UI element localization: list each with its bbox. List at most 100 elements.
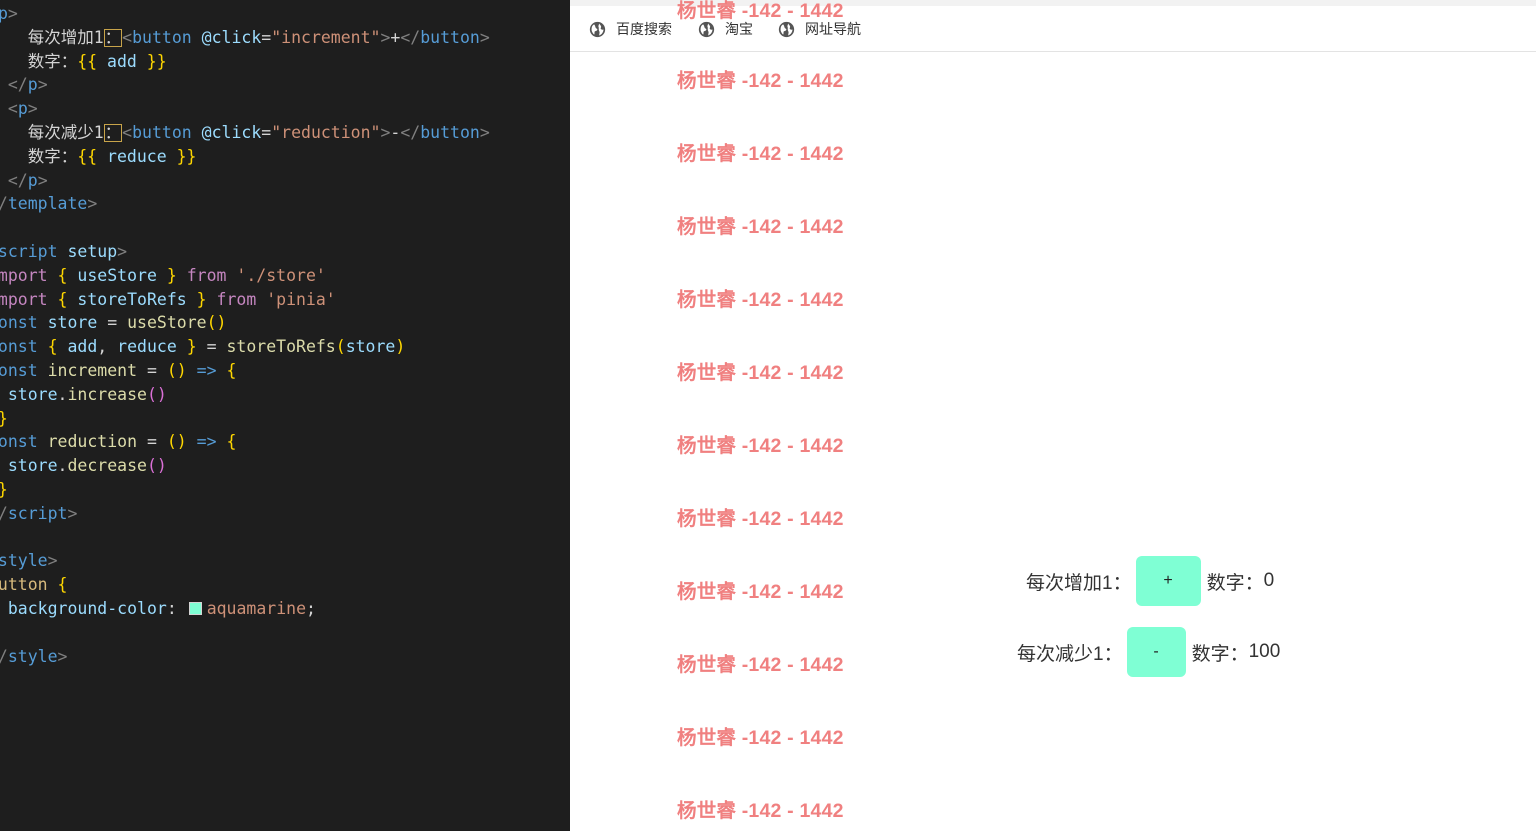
code-token: }}	[146, 51, 167, 71]
code-token: store	[7, 456, 58, 476]
code-token: "reduction"	[271, 123, 381, 142]
code-token: onst	[0, 337, 38, 357]
code-line: store.decrease()	[0, 454, 167, 478]
code-token: <	[122, 123, 133, 142]
watermark-text: 杨世睿 -142 - 1442	[677, 289, 844, 311]
code-token: @click	[191, 27, 262, 47]
code-token: =>	[186, 432, 227, 452]
code-line: </p>	[0, 73, 48, 97]
code-token: 数字：	[27, 146, 78, 166]
code-token: }	[0, 480, 8, 499]
code-line: 数字：{{ add }}	[0, 50, 167, 74]
code-token: =	[261, 123, 272, 142]
code-token: onst	[0, 432, 38, 452]
code-line: background-color: aquamarine;	[0, 597, 316, 621]
code-token: </	[7, 75, 28, 95]
code-token: {	[47, 289, 78, 309]
code-token: </	[400, 123, 421, 142]
code-token: p	[27, 170, 38, 190]
code-token: @click	[191, 123, 262, 142]
code-token: add	[97, 51, 147, 71]
globe-icon	[589, 21, 606, 37]
code-token: script	[7, 503, 68, 523]
code-token: storeToRefs	[77, 289, 187, 309]
code-token: reduction	[37, 432, 138, 452]
code-line: <p>	[0, 2, 18, 26]
code-token: 'pinia'	[256, 289, 336, 309]
watermark-text: 杨世睿 -142 - 1442	[677, 727, 844, 749]
code-token: >	[7, 4, 18, 23]
code-token: 每次减少1	[27, 123, 104, 142]
code-token: ()	[166, 432, 187, 452]
code-line: <p>	[0, 97, 38, 121]
bookmark-label: 百度搜索	[616, 21, 672, 37]
code-token: =	[97, 313, 128, 333]
code-editor[interactable]: <p> 每次增加1：<button @click="increment">+</…	[0, 0, 570, 831]
code-token: {	[47, 575, 68, 595]
bookmark-baidu-search[interactable]: 百度搜索	[589, 18, 672, 40]
code-token: ()	[206, 313, 227, 333]
code-token: reduce	[117, 337, 177, 357]
decrease-row: 每次减少1： - 数字： 100	[1017, 627, 1280, 677]
screen: <p> 每次增加1：<button @click="increment">+</…	[0, 0, 1536, 831]
code-token: <	[7, 99, 18, 119]
code-token: =>	[186, 361, 227, 380]
code-token: script	[0, 242, 58, 261]
code-token: {{	[77, 51, 98, 71]
code-token: background-color	[0, 599, 167, 618]
code-token: >	[117, 242, 128, 261]
increase-label: 每次增加1：	[1026, 572, 1132, 594]
watermark-text: 杨世睿 -142 - 1442	[677, 508, 844, 530]
color-swatch-icon[interactable]	[188, 602, 202, 615]
code-token: store	[37, 313, 98, 333]
code-token: ：	[103, 27, 123, 47]
code-token: template	[7, 194, 88, 214]
code-token: decrease	[67, 456, 147, 476]
code-line: utton {	[0, 573, 67, 597]
browser-viewport: 百度搜索 淘宝 网址导航 杨世睿 -142 - 1442 杨世睿 -142 - …	[570, 0, 1536, 831]
code-token: >	[87, 194, 98, 214]
increase-count-label: 数字：	[1206, 572, 1264, 594]
code-token: /	[0, 504, 8, 523]
watermark-text: 杨世睿 -142 - 1442	[677, 362, 844, 384]
code-token: ()	[146, 384, 167, 404]
code-token: p	[0, 4, 8, 23]
code-token: =	[261, 27, 272, 47]
code-token: </	[7, 170, 28, 190]
code-token: /	[0, 647, 8, 666]
watermark-text: 杨世睿 -142 - 1442	[677, 581, 844, 603]
code-token: =	[137, 432, 167, 452]
code-token: -	[390, 123, 401, 142]
code-line: onst increment = () => {	[0, 359, 236, 383]
code-token: =	[206, 337, 227, 357]
code-token: {	[47, 265, 78, 285]
code-token: >	[57, 646, 68, 666]
code-token: useStore	[77, 265, 157, 285]
code-token: >	[47, 551, 58, 571]
watermark-text: 杨世睿 -142 - 1442	[677, 654, 844, 676]
code-line: mport { useStore } from './store'	[0, 264, 326, 288]
code-token: mport	[0, 289, 48, 309]
globe-icon	[778, 21, 795, 37]
code-token: useStore	[127, 313, 207, 333]
code-token: }	[0, 409, 8, 428]
decrement-button[interactable]: -	[1126, 627, 1186, 677]
code-line: onst store = useStore()	[0, 311, 226, 335]
code-token: >	[37, 75, 48, 95]
watermark-text: 杨世睿 -142 - 1442	[677, 0, 844, 22]
code-token: ,	[97, 337, 118, 357]
code-token: )	[395, 337, 406, 357]
code-token: >	[380, 123, 391, 142]
code-token: setup	[57, 242, 118, 261]
code-token: :	[166, 599, 187, 618]
code-token: increment	[37, 361, 138, 380]
code-token: button	[420, 123, 480, 142]
code-line: /style>	[0, 645, 67, 669]
code-token: ()	[146, 456, 167, 476]
code-token: }}	[176, 146, 197, 166]
code-token: from	[186, 265, 227, 285]
code-token: ;	[306, 599, 316, 618]
code-line: store.increase()	[0, 383, 167, 407]
increase-row: 每次增加1： + 数字： 0	[1026, 556, 1274, 606]
increment-button[interactable]: +	[1135, 556, 1201, 606]
